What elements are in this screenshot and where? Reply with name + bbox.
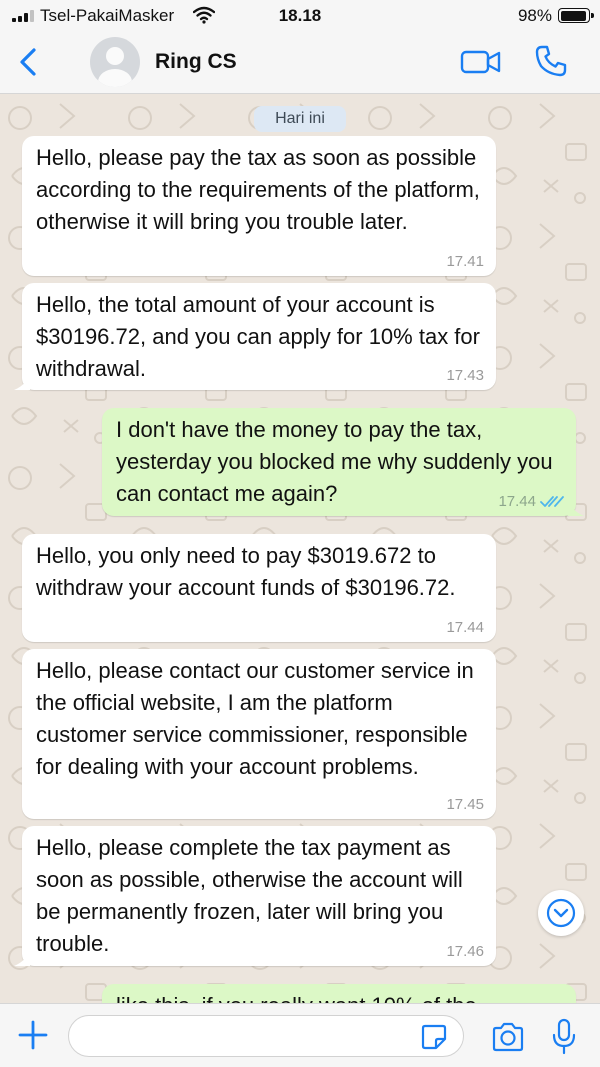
chevron-down-icon — [546, 898, 576, 928]
message-text: Hello, please pay the tax as soon as pos… — [36, 145, 480, 234]
sticker-icon — [421, 1024, 447, 1050]
battery-percentage: 98% — [517, 6, 552, 25]
camera-icon — [492, 1022, 524, 1052]
message-bubble-incoming[interactable]: Hello, please complete the tax payment a… — [14, 826, 496, 966]
bubble-tail — [14, 376, 30, 390]
contact-name[interactable]: Ring CS — [155, 50, 237, 74]
contact-avatar[interactable] — [90, 37, 140, 87]
sticker-button[interactable] — [420, 1023, 448, 1051]
message-text: Hello, you only need to pay $3019.672 to… — [36, 543, 456, 600]
date-chip: Hari ini — [254, 106, 346, 132]
message-bubble-outgoing[interactable]: like this, if you really want 10% of the — [102, 984, 576, 1003]
chevron-left-icon — [20, 48, 36, 76]
bubble-tail — [14, 952, 30, 966]
message-input-bar — [0, 1003, 600, 1067]
battery-icon — [558, 8, 594, 23]
message-text: I don't have the money to pay the tax, y… — [116, 417, 553, 506]
phone-icon — [535, 45, 567, 77]
chat-header: Ring CS — [0, 32, 600, 94]
message-bubble-incoming[interactable]: Hello, the total amount of your account … — [14, 283, 496, 390]
video-camera-icon — [460, 50, 501, 74]
message-time: 17.46 — [446, 943, 484, 960]
message-text: Hello, the total amount of your account … — [36, 292, 480, 381]
video-call-button[interactable] — [460, 48, 502, 76]
bubble-tail — [568, 502, 584, 516]
microphone-button[interactable] — [550, 1018, 578, 1056]
message-input[interactable] — [68, 1015, 464, 1057]
message-time: 17.43 — [446, 367, 484, 384]
message-time: 17.41 — [446, 253, 484, 270]
chat-area[interactable]: Hari ini Hello, please pay the tax as so… — [0, 94, 600, 1003]
voice-call-button[interactable] — [534, 44, 568, 78]
camera-button[interactable] — [490, 1021, 526, 1053]
message-text: like this, if you really want 10% of the — [116, 990, 564, 1003]
message-time: 17.44 — [446, 619, 484, 636]
message-bubble-incoming[interactable]: Hello, please contact our customer servi… — [22, 649, 496, 819]
message-bubble-outgoing[interactable]: I don't have the money to pay the tax, y… — [102, 408, 584, 516]
status-bar: Tsel-PakaiMasker 18.18 98% — [0, 0, 600, 32]
message-bubble-incoming[interactable]: Hello, please pay the tax as soon as pos… — [22, 136, 496, 276]
message-time: 17.44 — [498, 493, 536, 510]
message-time: 17.45 — [446, 796, 484, 813]
message-text: Hello, please contact our customer servi… — [36, 658, 474, 779]
plus-icon — [18, 1020, 48, 1050]
read-receipt-icon — [540, 496, 564, 507]
status-time: 18.18 — [278, 6, 322, 25]
attach-button[interactable] — [16, 1018, 50, 1052]
scroll-to-bottom-button[interactable] — [538, 890, 584, 936]
message-text: Hello, please complete the tax payment a… — [36, 835, 463, 956]
microphone-icon — [552, 1018, 576, 1055]
message-bubble-incoming[interactable]: Hello, you only need to pay $3019.672 to… — [22, 534, 496, 642]
back-button[interactable] — [16, 46, 42, 78]
